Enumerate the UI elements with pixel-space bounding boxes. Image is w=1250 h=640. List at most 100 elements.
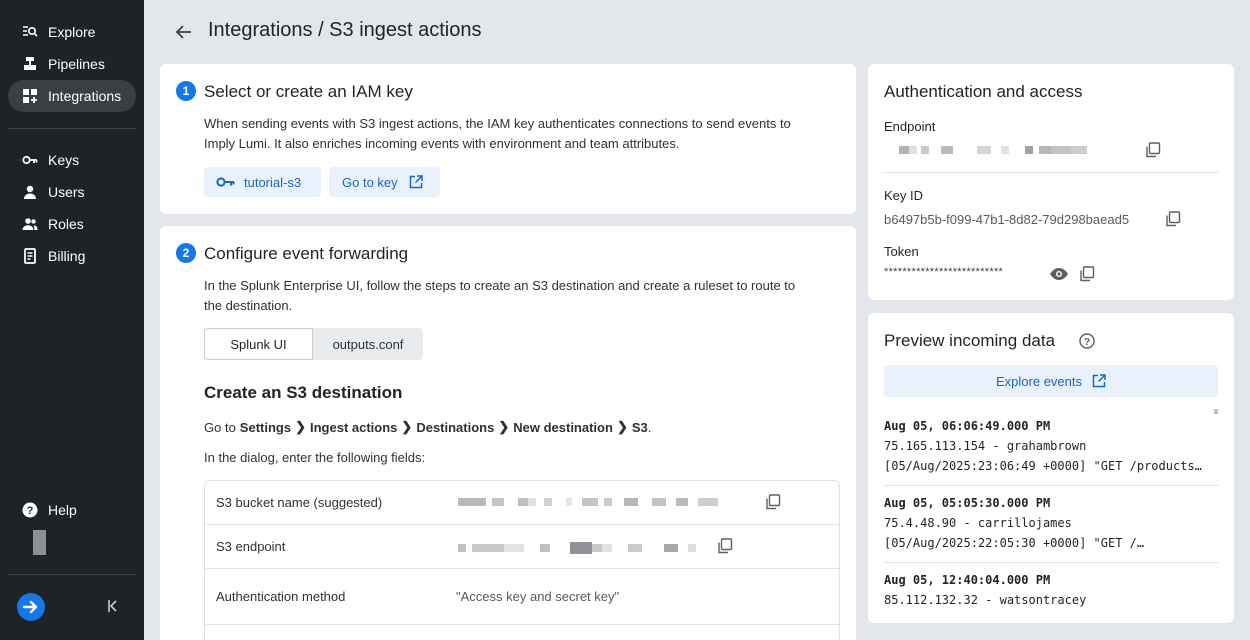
integrations-icon — [22, 88, 38, 104]
chevron-right-icon: ❯ — [616, 419, 628, 434]
help-label: Help — [48, 502, 77, 518]
sidebar-item-label: Keys — [48, 152, 80, 168]
sidebar-item-explore[interactable]: Explore — [8, 16, 136, 48]
pipelines-icon — [22, 56, 38, 72]
token-value: ************************** — [884, 266, 1004, 278]
step-number-badge: 1 — [176, 81, 196, 101]
back-arrow-icon[interactable] — [174, 22, 194, 42]
step2-title: Configure event forwarding — [204, 244, 409, 263]
user-icon — [22, 184, 38, 200]
billing-icon — [22, 248, 38, 264]
section-title: Create an S3 destination — [204, 383, 403, 402]
copy-endpoint-icon[interactable] — [1145, 142, 1161, 158]
copy-icon[interactable] — [717, 538, 733, 554]
divider — [884, 485, 1218, 486]
sidebar: Explore Pipelines Integrations Keys User… — [0, 0, 144, 640]
event-timestamp: Aug 05, 12:40:04.000 PM — [884, 573, 1051, 587]
event-timestamp: Aug 05, 05:05:30.000 PM — [884, 496, 1051, 510]
path-ingest-actions: Ingest actions — [310, 419, 398, 435]
chevron-right-icon: ❯ — [295, 419, 306, 434]
redacted-endpoint — [899, 146, 1087, 154]
sidebar-divider — [8, 574, 136, 575]
sidebar-item-users[interactable]: Users — [8, 176, 136, 208]
path-new-destination: New destination — [513, 419, 613, 435]
sidebar-item-label: Explore — [48, 24, 96, 40]
key-chip[interactable]: tutorial-s3 — [204, 167, 321, 197]
sidebar-item-keys[interactable]: Keys — [8, 144, 136, 176]
external-link-icon — [409, 175, 423, 189]
sidebar-item-label: Roles — [48, 216, 84, 232]
go-to-key-label: Go to key — [342, 174, 398, 190]
sidebar-item-integrations[interactable]: Integrations — [8, 80, 136, 112]
path-s3: S3 — [631, 419, 648, 435]
navigation-path: Go to Settings ❯ Ingest actions ❯ Destin… — [204, 419, 652, 435]
key-id-label: Key ID — [884, 188, 924, 203]
step1-description-line1: When sending events with S3 ingest actio… — [204, 116, 791, 131]
table-row: S3 bucket name (suggested) — [205, 481, 839, 525]
help-circle-icon[interactable]: ? — [1079, 333, 1095, 349]
divider — [884, 562, 1218, 563]
collapse-sidebar-icon[interactable] — [107, 598, 119, 614]
key-id-value: b6497b5b-f099-47b1-8d82-79d298baead5 — [884, 212, 1130, 227]
event-line: [05/Aug/2025:23:06:49 +0000] "GET /produ… — [884, 459, 1202, 473]
scrollbar-thumb[interactable] — [1214, 409, 1218, 414]
field-label: S3 bucket name (suggested) — [216, 495, 383, 510]
step2-description-line1: In the Splunk Enterprise UI, follow the … — [204, 278, 796, 293]
auth-title: Authentication and access — [884, 82, 1083, 101]
key-icon — [22, 152, 38, 168]
redacted-value — [458, 542, 696, 554]
explore-icon — [22, 24, 38, 40]
field-label: S3 endpoint — [216, 539, 286, 554]
step-number-badge: 2 — [176, 243, 196, 263]
field-value: "Access key and secret key" — [456, 589, 620, 604]
goto-prefix: Go to — [204, 419, 236, 435]
step1-title: Select or create an IAM key — [204, 82, 413, 101]
help-icon: ? — [22, 502, 38, 518]
token-label: Token — [884, 244, 919, 259]
event-line: [05/Aug/2025:22:05:30 +0000] "GET /… — [884, 536, 1145, 550]
sidebar-divider — [8, 128, 136, 129]
divider — [884, 172, 1218, 173]
key-chip-label: tutorial-s3 — [244, 174, 302, 190]
sidebar-item-billing[interactable]: Billing — [8, 240, 136, 272]
key-icon — [216, 176, 235, 188]
path-settings: Settings — [239, 419, 292, 435]
sidebar-item-help[interactable]: ? Help — [8, 494, 136, 526]
event-timestamp: Aug 05, 06:06:49.000 PM — [884, 419, 1051, 433]
sidebar-item-label: Users — [48, 184, 85, 200]
explore-events-label: Explore events — [996, 373, 1082, 389]
copy-icon[interactable] — [765, 494, 781, 510]
avatar[interactable] — [33, 530, 46, 555]
tab-outputs-conf[interactable]: outputs.conf — [313, 328, 423, 360]
path-destinations: Destinations — [416, 419, 495, 435]
copy-token-icon[interactable] — [1079, 266, 1095, 282]
preview-title: Preview incoming data — [884, 331, 1056, 350]
roles-icon — [22, 216, 38, 232]
sidebar-item-label: Integrations — [48, 88, 122, 104]
step2-description-line2: the destination. — [204, 298, 293, 313]
table-row: S3 endpoint — [205, 525, 839, 569]
show-token-eye-icon[interactable] — [1049, 267, 1069, 283]
event-line: 75.165.113.154 - grahambrown — [884, 439, 1087, 453]
sidebar-item-roles[interactable]: Roles — [8, 208, 136, 240]
copy-key-id-icon[interactable] — [1165, 211, 1181, 227]
svg-text:?: ? — [27, 505, 34, 517]
field-label: Authentication method — [216, 589, 346, 604]
page-title: Integrations / S3 ingest actions — [208, 19, 482, 41]
fields-table: S3 bucket name (suggested) S3 endpoint A… — [204, 480, 840, 640]
endpoint-label: Endpoint — [884, 119, 936, 134]
go-to-key-button[interactable]: Go to key — [329, 167, 440, 197]
sidebar-item-pipelines[interactable]: Pipelines — [8, 48, 136, 80]
redacted-value — [458, 498, 718, 506]
sidebar-item-label: Pipelines — [48, 56, 105, 72]
logo-icon[interactable] — [17, 593, 45, 621]
step1-description-line2: Imply Lumi. It also enriches incoming ev… — [204, 136, 680, 151]
external-link-icon — [1092, 374, 1106, 388]
explore-events-button[interactable]: Explore events — [884, 365, 1218, 397]
event-line: 85.112.132.32 - watsontracey — [884, 593, 1087, 607]
event-line: 75.4.48.90 - carrillojames — [884, 516, 1072, 530]
sidebar-item-label: Billing — [48, 248, 86, 264]
chevron-right-icon: ❯ — [401, 419, 413, 434]
tab-splunk-ui[interactable]: Splunk UI — [204, 328, 313, 360]
dialog-instruction: In the dialog, enter the following field… — [204, 450, 426, 465]
